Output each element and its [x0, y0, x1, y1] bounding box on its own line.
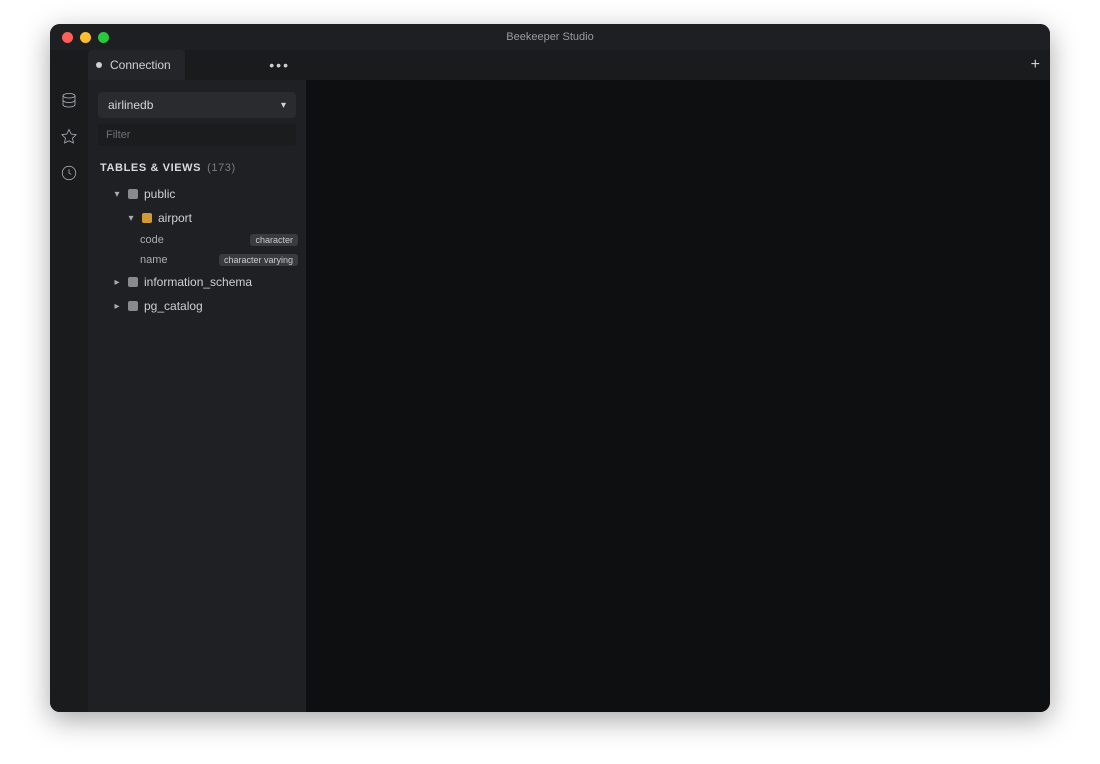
sidebar: airlinedb ▾ TABLES & VIEWS (173) ▾ publi…: [88, 80, 306, 712]
column-item[interactable]: name character varying: [88, 250, 306, 270]
chevron-down-icon: ▾: [126, 213, 136, 224]
chevron-right-icon: ▸: [112, 277, 122, 288]
editor-area: [306, 80, 1050, 712]
filter-input[interactable]: [98, 124, 296, 146]
database-select[interactable]: airlinedb ▾: [98, 92, 296, 118]
tables-views-header: TABLES & VIEWS (173): [88, 156, 306, 182]
database-select-value: airlinedb: [108, 98, 153, 112]
schema-item-information-schema[interactable]: ▸ information_schema: [88, 270, 306, 294]
schema-item-pg-catalog[interactable]: ▸ pg_catalog: [88, 294, 306, 318]
schema-icon: [128, 277, 138, 287]
schema-item-label: information_schema: [144, 275, 252, 289]
table-item-label: airport: [158, 211, 192, 225]
database-icon[interactable]: [60, 92, 78, 110]
column-type-badge: character varying: [219, 254, 298, 266]
column-type-badge: character: [250, 234, 298, 246]
table-item-airport[interactable]: ▾ airport: [88, 206, 306, 230]
schema-item-label: pg_catalog: [144, 299, 203, 313]
app-body: airlinedb ▾ TABLES & VIEWS (173) ▾ publi…: [50, 80, 1050, 712]
tab-connection-label: Connection: [110, 58, 171, 72]
tab-status-dot-icon: [96, 62, 102, 68]
column-name: code: [140, 234, 164, 246]
section-count: (173): [207, 162, 236, 174]
new-tab-button[interactable]: +: [1031, 56, 1040, 74]
schema-icon: [128, 189, 138, 199]
chevron-down-icon: ▾: [112, 189, 122, 200]
star-icon[interactable]: [60, 128, 78, 146]
schema-tree: ▾ public ▾ airport code character name: [88, 182, 306, 318]
app-window: Beekeeper Studio Connection ••• + airlin…: [50, 24, 1050, 712]
schema-icon: [128, 301, 138, 311]
chevron-right-icon: ▸: [112, 301, 122, 312]
tab-connection[interactable]: Connection: [88, 50, 185, 80]
history-icon[interactable]: [60, 164, 78, 182]
schema-item-label: public: [144, 187, 175, 201]
tab-more-button[interactable]: •••: [269, 57, 1040, 73]
table-icon: [142, 213, 152, 223]
activity-rail: [50, 80, 88, 712]
column-name: name: [140, 254, 168, 266]
schema-item-public[interactable]: ▾ public: [88, 182, 306, 206]
section-label: TABLES & VIEWS: [100, 162, 201, 174]
titlebar: Beekeeper Studio: [50, 24, 1050, 50]
tab-strip: Connection ••• +: [50, 50, 1050, 80]
chevron-down-icon: ▾: [281, 100, 286, 111]
column-item[interactable]: code character: [88, 230, 306, 250]
window-title: Beekeeper Studio: [50, 31, 1050, 43]
